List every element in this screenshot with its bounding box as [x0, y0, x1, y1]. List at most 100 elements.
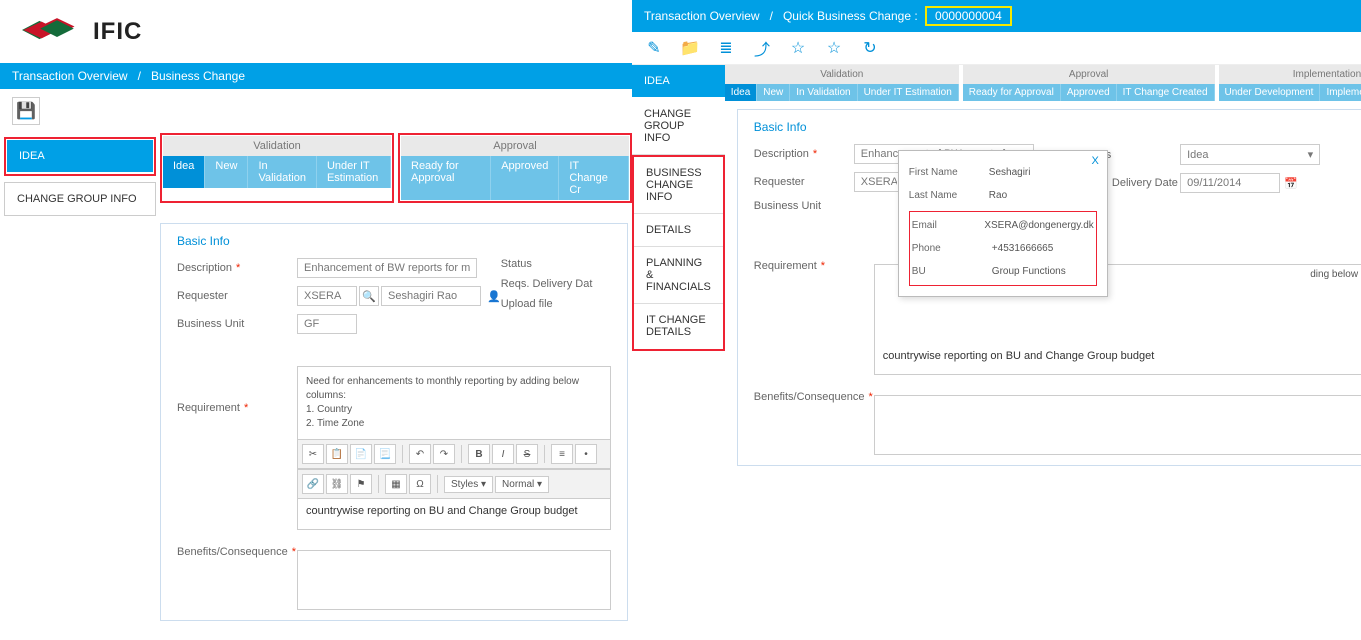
share-icon[interactable]: ⤴: [752, 38, 772, 58]
requester-code-input[interactable]: [297, 286, 357, 306]
label-requester: Requester: [177, 290, 297, 302]
rp-label-benefits: Benefits/Consequence: [754, 391, 865, 403]
rp-sidebar-idea[interactable]: IDEA: [632, 65, 725, 98]
edit-icon[interactable]: ✎: [644, 38, 664, 58]
rp-stage-implementation: Implementation: [1219, 65, 1361, 84]
rp-tab-in-validation[interactable]: In Validation: [790, 84, 857, 101]
rp-form-title: Basic Info: [754, 120, 1361, 134]
rp-label-bu: Business Unit: [754, 200, 854, 212]
copy-icon[interactable]: 📋: [326, 444, 348, 464]
tab-idea[interactable]: Idea: [163, 156, 205, 188]
rp-stage-validation: Validation: [725, 65, 959, 84]
requester-name-input[interactable]: [381, 286, 481, 306]
rp-status-select[interactable]: Idea▾: [1180, 144, 1320, 165]
breadcrumb-r-a[interactable]: Transaction Overview: [644, 9, 760, 23]
description-input[interactable]: [297, 258, 477, 278]
tab-new[interactable]: New: [205, 156, 248, 188]
rp-date-input[interactable]: [1180, 173, 1280, 193]
star-outline-icon[interactable]: ☆: [788, 38, 808, 58]
unlink-icon[interactable]: ⛓: [326, 474, 348, 494]
format-select[interactable]: Normal ▾: [495, 476, 549, 493]
pop-label-email: Email: [912, 220, 985, 231]
star-icon[interactable]: ☆: [824, 38, 844, 58]
breadcrumb-r-b[interactable]: Quick Business Change :: [783, 9, 918, 23]
pop-val-phone: +4531666665: [992, 243, 1053, 254]
rp-label-description: Description: [754, 148, 809, 160]
rp-sidebar-itcd[interactable]: IT CHANGE DETAILS: [634, 304, 723, 349]
tab-it-change-created[interactable]: IT Change Cr: [559, 156, 629, 200]
pop-val-lastname: Rao: [989, 190, 1007, 201]
rp-tab-implemented[interactable]: Implemented: [1320, 84, 1361, 101]
tab-approved[interactable]: Approved: [491, 156, 559, 200]
rp-label-requester: Requester: [754, 176, 854, 188]
sidebar-item-change-group-info[interactable]: CHANGE GROUP INFO: [4, 182, 156, 216]
rp-sidebar-bci[interactable]: BUSINESS CHANGE INFO: [634, 157, 723, 214]
bold-icon[interactable]: B: [468, 444, 490, 464]
close-icon[interactable]: X: [1091, 155, 1098, 167]
rp-tab-rfa[interactable]: Ready for Approval: [963, 84, 1061, 101]
breadcrumb-b[interactable]: Business Change: [151, 69, 245, 83]
form-title-basic-info: Basic Info: [177, 234, 611, 248]
styles-select[interactable]: Styles ▾: [444, 476, 493, 493]
breadcrumb: Transaction Overview / Business Change: [0, 63, 632, 89]
pop-label-firstname: First Name: [909, 167, 989, 178]
requirement-pretext[interactable]: Need for enhancements to monthly reporti…: [298, 367, 610, 439]
strike-icon[interactable]: S: [516, 444, 538, 464]
label-business-unit: Business Unit: [177, 318, 297, 330]
paste-icon[interactable]: 📄: [350, 444, 372, 464]
table-icon[interactable]: ▦: [385, 474, 407, 494]
logo-area: IFIC: [0, 0, 632, 63]
rp-requirement-editor[interactable]: countrywise reporting on BU and Change G…: [875, 344, 1361, 374]
rp-sidebar-planning[interactable]: PLANNING & FINANCIALS: [634, 247, 723, 304]
rp-tab-underdev[interactable]: Under Development: [1219, 84, 1321, 101]
editor-toolbar: ✂ 📋 📄 📃 ↶ ↷ B I: [298, 439, 610, 469]
label-requirement: Requirement: [177, 402, 240, 414]
history-icon[interactable]: ↻: [860, 38, 880, 58]
rp-tab-itcc[interactable]: IT Change Created: [1117, 84, 1215, 101]
pop-val-firstname: Seshagiri: [989, 167, 1031, 178]
sidebar-item-idea[interactable]: IDEA: [7, 140, 153, 173]
top-toolbar: ✎ 📁 ≣ ⤴ ☆ ☆ ↻: [632, 32, 1361, 65]
company-logo-icon: [15, 10, 85, 53]
label-upload-file: Upload file: [501, 298, 601, 310]
tab-under-it-estimation[interactable]: Under IT Estimation: [317, 156, 391, 188]
rp-stage-approval: Approval: [963, 65, 1215, 84]
rp-benefits-textarea[interactable]: [874, 395, 1361, 455]
business-unit-input[interactable]: [297, 314, 357, 334]
save-button[interactable]: 💾: [12, 97, 40, 125]
omega-icon[interactable]: Ω: [409, 474, 431, 494]
person-icon[interactable]: 👤: [487, 290, 501, 303]
redo-icon[interactable]: ↷: [433, 444, 455, 464]
numbered-list-icon[interactable]: ≡: [551, 444, 573, 464]
rp-sidebar-details[interactable]: DETAILS: [634, 214, 723, 247]
paste-text-icon[interactable]: 📃: [374, 444, 396, 464]
pop-label-phone: Phone: [912, 243, 992, 254]
requester-popover: X First NameSeshagiri Last NameRao Email…: [898, 150, 1108, 297]
rp-sidebar-cgi[interactable]: CHANGE GROUP INFO: [632, 98, 725, 155]
label-benefits: Benefits/Consequence: [177, 546, 288, 558]
rp-req-code-input[interactable]: [854, 172, 904, 192]
link-icon[interactable]: 🔗: [302, 474, 324, 494]
search-icon[interactable]: 🔍: [359, 286, 379, 306]
rp-tab-idea[interactable]: Idea: [725, 84, 757, 101]
bullet-list-icon[interactable]: •: [575, 444, 597, 464]
tab-in-validation[interactable]: In Validation: [248, 156, 317, 188]
stage-header-validation: Validation: [163, 136, 391, 156]
transaction-number: 0000000004: [925, 6, 1012, 26]
requirement-editor[interactable]: countrywise reporting on BU and Change G…: [298, 499, 610, 529]
tab-ready-for-approval[interactable]: Ready for Approval: [401, 156, 491, 200]
breadcrumb-a[interactable]: Transaction Overview: [12, 69, 128, 83]
benefits-textarea[interactable]: [297, 550, 611, 610]
list-icon[interactable]: ≣: [716, 38, 736, 58]
label-status: Status: [501, 258, 601, 270]
italic-icon[interactable]: I: [492, 444, 514, 464]
rp-tab-approved[interactable]: Approved: [1061, 84, 1117, 101]
flag-icon[interactable]: ⚑: [350, 474, 372, 494]
cut-icon[interactable]: ✂: [302, 444, 324, 464]
rp-tab-new[interactable]: New: [757, 84, 790, 101]
folder-icon[interactable]: 📁: [680, 38, 700, 58]
pop-label-bu: BU: [912, 266, 992, 277]
rp-tab-under-it[interactable]: Under IT Estimation: [858, 84, 959, 101]
calendar-icon[interactable]: 📅: [1284, 177, 1298, 190]
undo-icon[interactable]: ↶: [409, 444, 431, 464]
